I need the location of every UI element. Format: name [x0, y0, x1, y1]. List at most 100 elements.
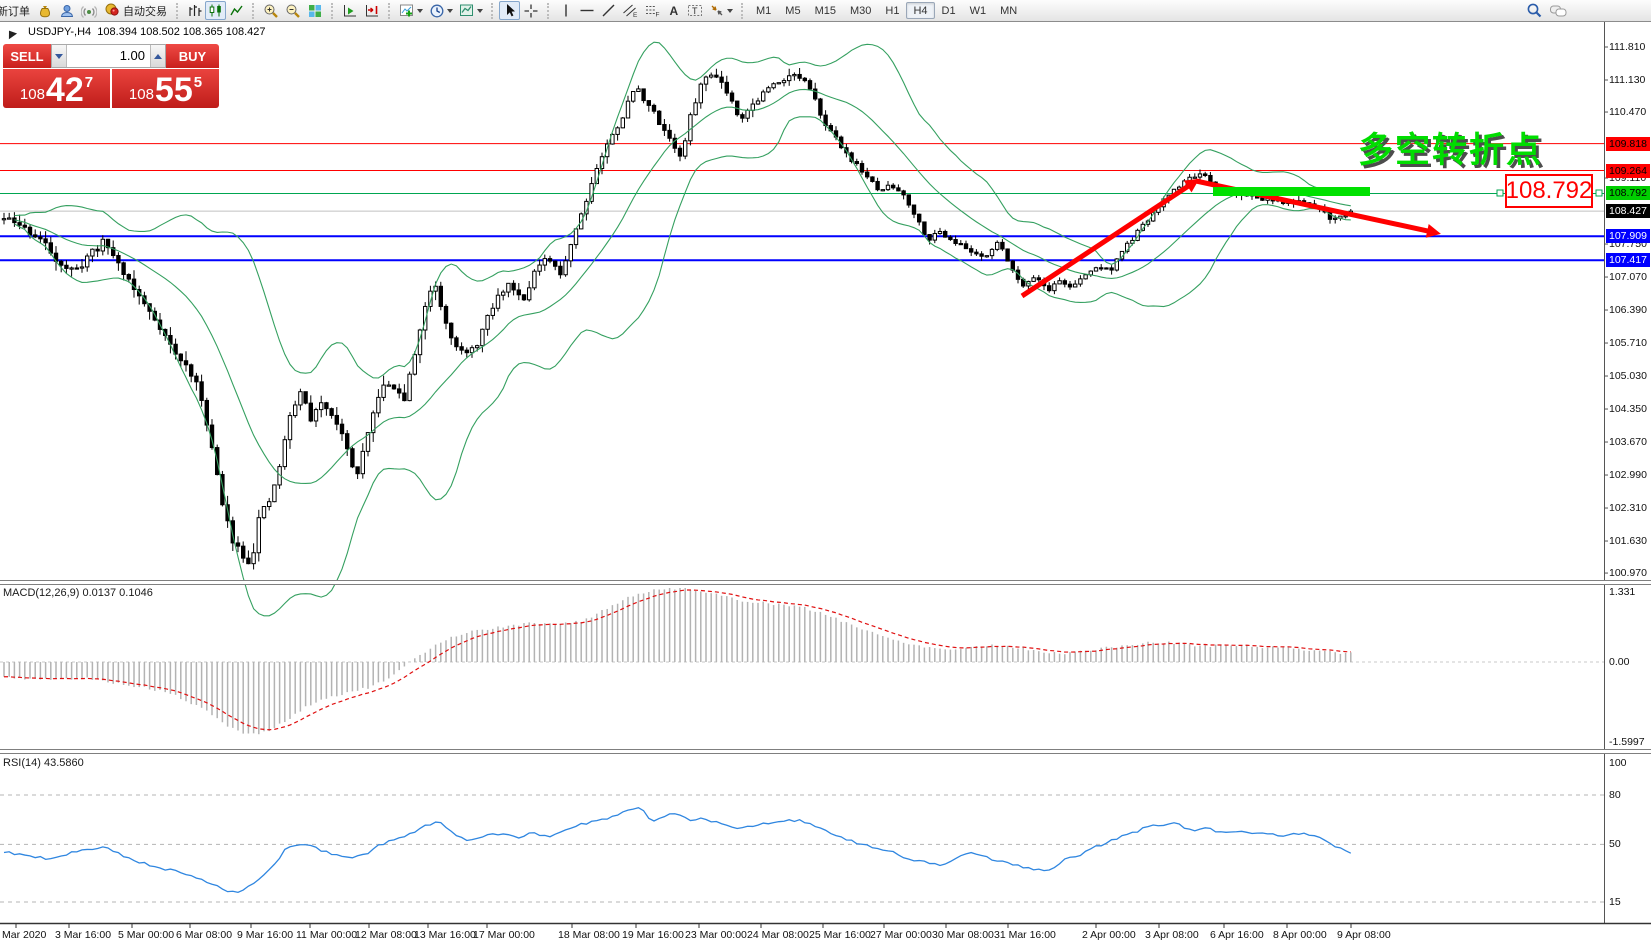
main-toolbar: 新订单 自动交易 — [0, 0, 1651, 22]
time-tick-label: Mar 2020 — [2, 929, 46, 941]
svg-text:T: T — [692, 6, 698, 16]
chart-shift-button[interactable] — [361, 1, 383, 20]
buy-price-prefix: 108 — [129, 86, 154, 103]
trendline-icon — [601, 3, 616, 18]
arrows-button[interactable] — [706, 1, 736, 20]
panel-separator[interactable] — [0, 580, 1651, 585]
trendline-button[interactable] — [598, 1, 619, 20]
accounts-button[interactable] — [56, 1, 78, 20]
symbol-info: USDJPY-,H4 108.394 108.502 108.365 108.4… — [28, 26, 266, 38]
price-tick-label: 102.310 — [1609, 502, 1647, 514]
indicators-button[interactable] — [396, 1, 426, 20]
fibonacci-button[interactable]: F — [641, 1, 663, 20]
indicators-icon — [399, 3, 415, 18]
price-tick-label: 104.350 — [1609, 403, 1647, 415]
zoom-out-button[interactable] — [282, 1, 304, 20]
toolbar-handle — [547, 3, 551, 19]
autotrading-label: 自动交易 — [123, 3, 167, 19]
equidistant-channel-button[interactable]: E — [619, 1, 641, 20]
timeframe-m30[interactable]: M30 — [843, 2, 878, 19]
mt4-window: 新订单 自动交易 — [0, 0, 1651, 945]
price-tick-label: 103.670 — [1609, 436, 1647, 448]
macd-axis-label: 0.00 — [1609, 656, 1629, 668]
timeframe-w1[interactable]: W1 — [963, 2, 994, 19]
chart-shift-icon — [364, 3, 380, 19]
line-chart-icon — [229, 3, 244, 18]
time-tick-label: 12 Mar 08:00 — [355, 929, 417, 941]
zoom-in-button[interactable] — [260, 1, 282, 20]
sell-price-button[interactable]: 108 42 7 — [3, 69, 110, 108]
market-watch-button[interactable] — [34, 1, 56, 20]
autotrading-button[interactable]: 自动交易 — [100, 1, 171, 20]
buy-price-button[interactable]: 108 55 5 — [112, 69, 219, 108]
price-tick-label: 107.070 — [1609, 271, 1647, 283]
timeframe-mn[interactable]: MN — [993, 2, 1024, 19]
svg-text:F: F — [656, 12, 660, 19]
timeframe-h1[interactable]: H1 — [878, 2, 906, 19]
chat-icon — [1549, 3, 1568, 19]
panel-separator[interactable] — [0, 749, 1651, 754]
macd-axis-label: -1.5997 — [1609, 736, 1645, 748]
templates-button[interactable] — [456, 1, 486, 20]
time-tick-label: 31 Mar 16:00 — [994, 929, 1056, 941]
time-tick-label: 17 Mar 00:00 — [473, 929, 535, 941]
time-tick-label: 5 Mar 00:00 — [118, 929, 174, 941]
price-level-badge: 108.792 — [1606, 186, 1650, 200]
vertical-line-button[interactable] — [555, 1, 576, 20]
price-level-badge: 108.427 — [1606, 204, 1650, 218]
timeframe-m15[interactable]: M15 — [808, 2, 843, 19]
periods-button[interactable] — [426, 1, 456, 20]
user-icon — [59, 3, 75, 19]
candlestick-icon — [208, 3, 223, 18]
rsi-axis-label: 15 — [1609, 896, 1621, 908]
bar-chart-icon — [187, 3, 202, 18]
one-click-trading-panel: SELL 1.00 BUY 108 42 7 108 55 5 — [3, 44, 219, 108]
toolbar-handle — [252, 3, 256, 19]
price-callout-box[interactable]: 108.792 — [1505, 174, 1593, 208]
text-a-icon: A — [667, 3, 680, 18]
toolbar-handle — [176, 3, 180, 19]
search-button[interactable] — [1523, 1, 1546, 20]
arrows-dropdown-caret — [727, 9, 733, 13]
cursor-button[interactable] — [499, 1, 520, 20]
search-icon — [1526, 2, 1543, 19]
horizontal-line-button[interactable] — [576, 1, 598, 20]
timeframe-m5[interactable]: M5 — [778, 2, 807, 19]
horizontal-line-icon — [579, 3, 595, 18]
new-order-button[interactable]: 新订单 — [0, 1, 34, 20]
volume-up-icon — [154, 54, 162, 59]
volume-increase-button[interactable] — [150, 45, 165, 67]
sell-price-main: 42 — [46, 75, 84, 105]
chat-button[interactable] — [1546, 1, 1571, 20]
timeframe-h4[interactable]: H4 — [906, 2, 934, 19]
buy-price-sup: 5 — [194, 74, 202, 91]
text-label-button[interactable]: T — [684, 1, 706, 20]
turning-point-annotation[interactable]: 多空转折点 — [1358, 122, 1543, 173]
autotrading-icon — [104, 1, 120, 20]
symbol-name: USDJPY-,H4 — [28, 26, 91, 38]
text-button[interactable]: A — [663, 1, 684, 20]
volume-input[interactable]: 1.00 — [67, 45, 150, 67]
crosshair-button[interactable] — [520, 1, 542, 20]
tile-windows-button[interactable] — [304, 1, 326, 20]
timeframe-m1[interactable]: M1 — [749, 2, 778, 19]
buy-button[interactable]: BUY — [166, 44, 219, 68]
auto-scroll-button[interactable] — [339, 1, 361, 20]
toolbar-handle — [741, 3, 745, 19]
toolbar-handle — [388, 3, 392, 19]
rsi-label: RSI(14) 43.5860 — [3, 757, 84, 769]
candlestick-button[interactable] — [205, 1, 226, 20]
toolbar-handle — [331, 3, 335, 19]
time-tick-label: 6 Mar 08:00 — [176, 929, 232, 941]
sell-button[interactable]: SELL — [3, 44, 51, 68]
volume-decrease-button[interactable] — [52, 45, 67, 67]
timeframe-d1[interactable]: D1 — [935, 2, 963, 19]
timeframe-group: M1M5M15M30H1H4D1W1MN — [749, 2, 1024, 19]
volume-down-icon — [55, 54, 63, 59]
signals-button[interactable] — [78, 1, 100, 20]
crosshair-icon — [523, 3, 539, 19]
symbol-ohlc: 108.394 108.502 108.365 108.427 — [97, 26, 265, 38]
bar-chart-button[interactable] — [184, 1, 205, 20]
line-chart-button[interactable] — [226, 1, 247, 20]
rsi-axis-label: 80 — [1609, 789, 1621, 801]
